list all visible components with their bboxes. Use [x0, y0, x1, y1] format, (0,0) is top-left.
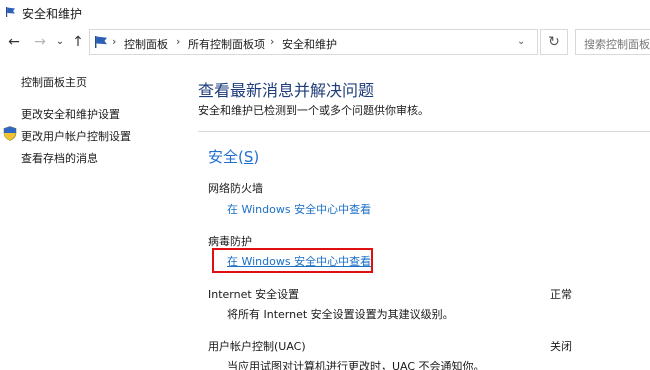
sidebar-item-control-panel-home[interactable]: 控制面板主页 — [21, 74, 87, 90]
security-maintenance-flag-icon — [6, 7, 15, 17]
uac-label: 用户帐户控制(UAC) — [208, 340, 306, 353]
internet-security-status: 正常 — [550, 288, 572, 301]
uac-status: 关闭 — [550, 340, 572, 353]
back-arrow-icon[interactable]: ← — [6, 34, 22, 50]
recent-locations-dropdown-icon[interactable]: ⌄ — [52, 34, 68, 50]
breadcrumb-security-maintenance[interactable]: 安全和维护 — [282, 36, 337, 52]
uac-description: 当应用试图对计算机进行更改时，UAC 不会通知你。 — [227, 360, 485, 370]
firewall-view-link[interactable]: 在 Windows 安全中心中查看 — [227, 201, 371, 217]
virus-protection-view-link[interactable]: 在 Windows 安全中心中查看 — [227, 253, 371, 269]
window-title: 安全和维护 — [22, 7, 83, 21]
forward-arrow-icon[interactable]: → — [32, 34, 48, 50]
sidebar-item-change-uac-settings[interactable]: 更改用户帐户控制设置 — [21, 128, 131, 144]
search-input[interactable]: 搜索控制面板 — [575, 29, 650, 55]
address-bar[interactable]: › 控制面板 › 所有控制面板项 › 安全和维护 ⌄ — [89, 29, 538, 55]
page-subtitle: 安全和维护已检测到一个或多个问题供你审核。 — [198, 104, 429, 117]
security-section-title: 安全( — [208, 148, 244, 166]
up-arrow-icon[interactable]: ↑ — [70, 34, 86, 50]
address-dropdown-icon[interactable]: ⌄ — [517, 36, 529, 48]
sidebar-item-view-archived-messages[interactable]: 查看存档的消息 — [21, 150, 98, 166]
breadcrumb-control-panel[interactable]: 控制面板 — [124, 36, 168, 52]
internet-security-label: Internet 安全设置 — [208, 288, 300, 301]
security-section-accelerator: S — [243, 148, 254, 166]
security-section-title-end: ) — [253, 148, 260, 166]
page-title: 查看最新消息并解决问题 — [198, 81, 375, 100]
firewall-label: 网络防火墙 — [208, 182, 263, 195]
refresh-icon: ↻ — [548, 34, 560, 50]
security-section-header[interactable]: 安全(S) — [208, 146, 259, 167]
uac-shield-icon — [3, 126, 17, 141]
internet-security-description: 将所有 Internet 安全设置设置为其建议级别。 — [227, 308, 454, 321]
title-bar: 安全和维护 — [0, 0, 650, 27]
control-panel-flag-icon — [95, 36, 107, 48]
sidebar-item-change-security-settings[interactable]: 更改安全和维护设置 — [21, 106, 120, 122]
navigation-bar: ← → ⌄ ↑ › 控制面板 › 所有控制面板项 › 安全和维护 ⌄ ↻ 搜索控… — [0, 27, 650, 59]
divider — [198, 131, 650, 132]
search-placeholder: 搜索控制面板 — [584, 38, 650, 51]
breadcrumb-all-items[interactable]: 所有控制面板项 — [188, 36, 265, 52]
refresh-button[interactable]: ↻ — [540, 29, 568, 55]
virus-protection-label: 病毒防护 — [208, 235, 252, 248]
breadcrumb-separator-icon: › — [176, 35, 181, 48]
breadcrumb-separator-icon: › — [112, 35, 117, 48]
breadcrumb-separator-icon: › — [270, 35, 275, 48]
